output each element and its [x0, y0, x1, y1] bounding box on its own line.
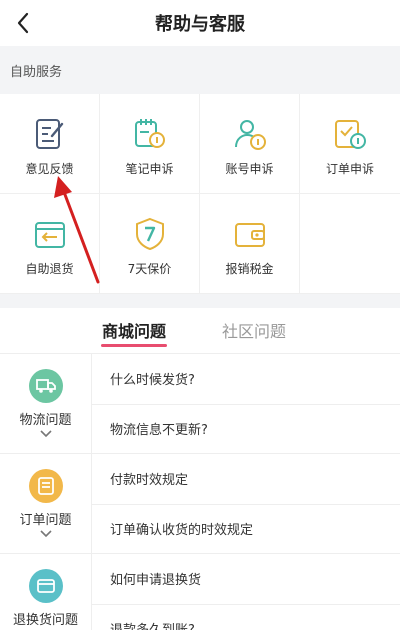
service-order-appeal[interactable]: 订单申诉	[300, 94, 400, 194]
return-goods-icon	[32, 216, 68, 252]
faq-question[interactable]: 如何申请退换货	[110, 569, 201, 588]
divider	[92, 504, 400, 505]
service-tax-reimbursement[interactable]: 报销税金	[200, 194, 300, 294]
faq-question[interactable]: 付款时效规定	[110, 469, 188, 488]
divider	[92, 404, 400, 405]
feedback-icon	[32, 116, 68, 152]
back-arrow-icon	[17, 12, 29, 34]
tab-mall-questions[interactable]: 商城问题	[102, 318, 166, 342]
category-toggle-logistics[interactable]: 物流问题	[0, 354, 92, 454]
note-appeal-icon	[132, 116, 168, 152]
faq-question[interactable]: 物流信息不更新?	[110, 419, 208, 438]
service-return-goods[interactable]: 自助退货	[0, 194, 100, 294]
self-service-grid: 意见反馈 笔记申诉 账号申诉 订单申诉 自助退货 7天保价 报销税金	[0, 94, 400, 294]
truck-icon	[28, 369, 63, 403]
service-price-protection[interactable]: 7天保价	[100, 194, 200, 294]
self-service-header: 自助服务	[0, 46, 400, 94]
category-label: 物流问题	[19, 413, 72, 428]
category-label: 退换货问题	[12, 613, 78, 628]
category-return-exchange: 退换货问题 如何申请退换货 退款多久到账?	[0, 554, 400, 630]
faq-question[interactable]: 退款多久到账?	[110, 619, 195, 630]
faq-question[interactable]: 订单确认收货的时效规定	[110, 519, 253, 538]
divider	[92, 604, 400, 605]
empty-cell	[300, 194, 400, 294]
category-order: 订单问题 付款时效规定 订单确认收货的时效规定	[0, 454, 400, 554]
chevron-down-icon	[39, 430, 52, 438]
active-tab-indicator	[101, 344, 167, 347]
service-note-appeal[interactable]: 笔记申诉	[100, 94, 200, 194]
category-toggle-order[interactable]: 订单问题	[0, 454, 92, 554]
back-button[interactable]	[10, 8, 36, 38]
category-label: 订单问题	[19, 513, 72, 528]
page-title: 帮助与客服	[155, 14, 245, 35]
service-label: 笔记申诉	[125, 162, 174, 176]
faq-categories: 物流问题 什么时候发货? 物流信息不更新? 订单问题 付款时效规定 订单确认收货…	[0, 354, 400, 630]
section-divider	[0, 294, 400, 308]
category-toggle-return-exchange[interactable]: 退换货问题	[0, 554, 92, 630]
tab-community-questions[interactable]: 社区问题	[222, 318, 286, 342]
service-label: 账号申诉	[225, 162, 274, 176]
question-tabs: 商城问题 社区问题	[0, 308, 400, 354]
faq-question[interactable]: 什么时候发货?	[110, 369, 195, 388]
chevron-down-icon	[39, 530, 52, 538]
service-label: 订单申诉	[325, 162, 374, 176]
header: 帮助与客服	[0, 0, 400, 46]
service-feedback[interactable]: 意见反馈	[0, 94, 100, 194]
price-protection-shield-icon	[132, 216, 168, 252]
tax-wallet-icon	[232, 216, 268, 252]
service-label: 自助退货	[25, 262, 74, 276]
order-appeal-icon	[332, 116, 368, 152]
service-label: 意见反馈	[25, 162, 74, 176]
account-appeal-icon	[232, 116, 268, 152]
self-service-label: 自助服务	[10, 64, 63, 80]
exchange-icon	[28, 569, 63, 603]
order-list-icon	[28, 469, 63, 503]
service-label: 7天保价	[127, 262, 172, 276]
service-label: 报销税金	[225, 262, 274, 276]
category-logistics: 物流问题 什么时候发货? 物流信息不更新?	[0, 354, 400, 454]
service-account-appeal[interactable]: 账号申诉	[200, 94, 300, 194]
help-center-page: 帮助与客服 自助服务 意见反馈 笔记申诉 账号申诉 订单申诉 自助退货 7天保价…	[0, 0, 400, 630]
